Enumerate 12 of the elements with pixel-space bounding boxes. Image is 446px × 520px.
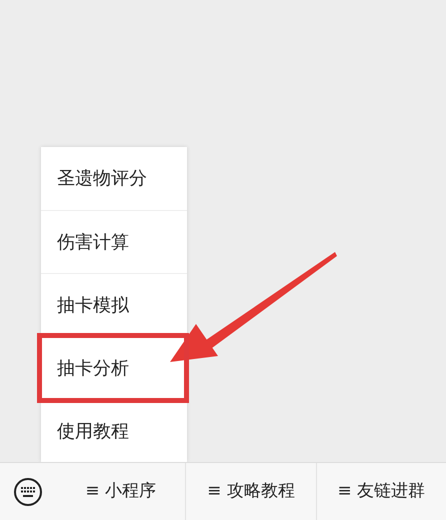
bottom-menu-button[interactable]: ≡ 小程序 — [85, 478, 156, 504]
menu-item-label: 伤害计算 — [57, 230, 129, 254]
menu-item-label: 抽卡分析 — [57, 356, 129, 380]
menu-item-label: 抽卡模拟 — [57, 294, 129, 318]
bottom-menu-button[interactable]: ≡ 友链进群 — [337, 478, 426, 504]
menu-item-label: 圣遗物评分 — [57, 167, 147, 191]
keyboard-icon[interactable] — [13, 476, 43, 506]
menu-item[interactable]: 圣遗物评分 — [41, 147, 187, 210]
bottom-menu-button[interactable]: ≡ 攻略教程 — [207, 478, 295, 504]
menu-item-label: 使用教程 — [57, 420, 129, 444]
menu-item[interactable]: 抽卡模拟 — [41, 273, 187, 336]
menu-item[interactable]: 伤害计算 — [41, 210, 187, 273]
